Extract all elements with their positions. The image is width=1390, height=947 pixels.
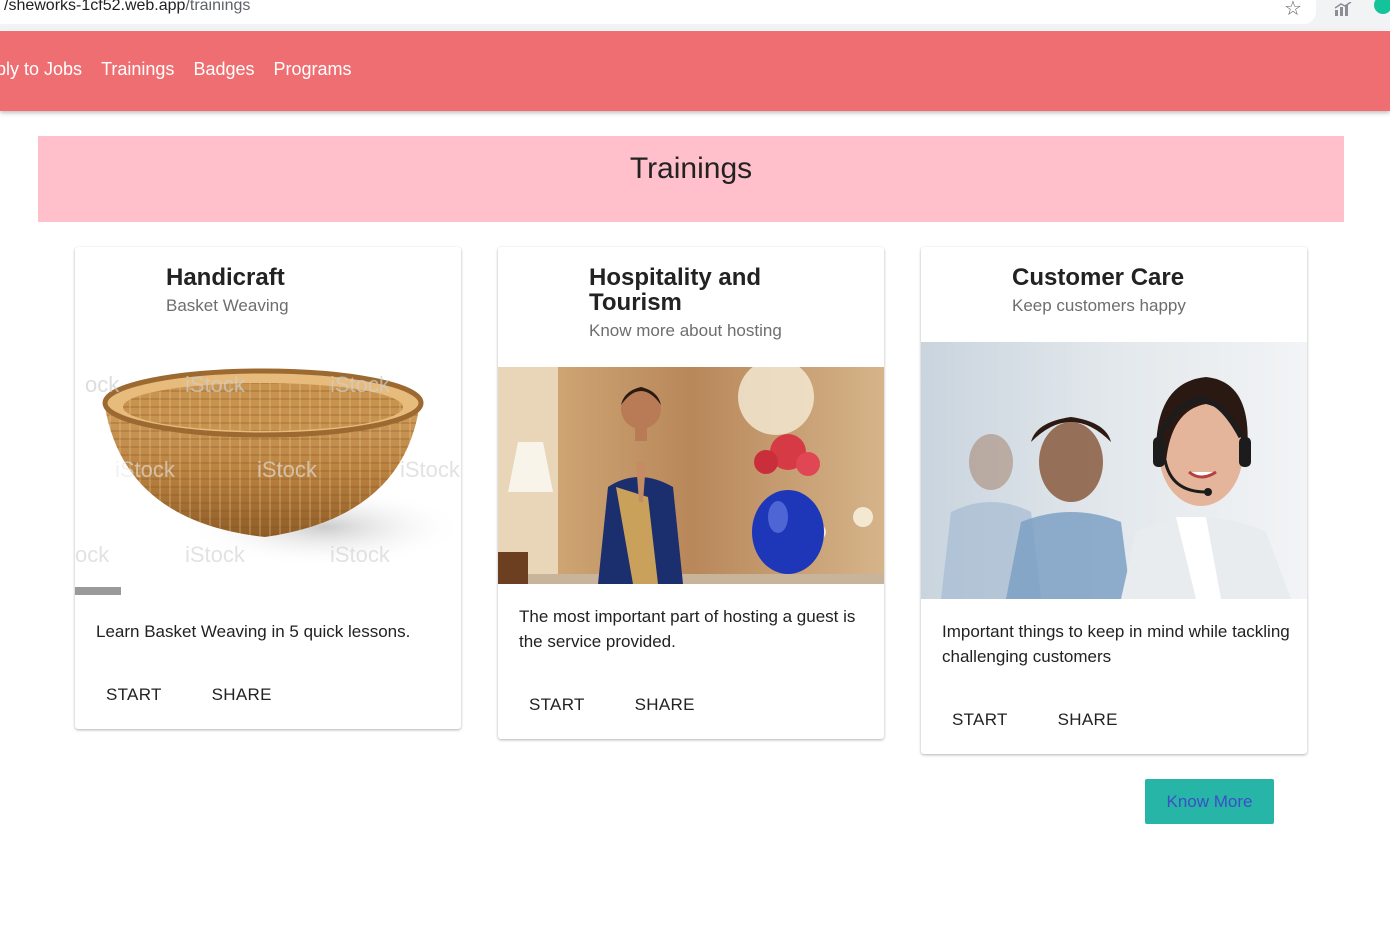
address-bar[interactable]: /sheworks-1cf52.web.app/trainings ☆ — [0, 0, 1316, 24]
nav-badges[interactable]: Badges — [193, 59, 254, 80]
share-button[interactable]: SHARE — [212, 685, 272, 705]
svg-text:iStock: iStock — [257, 457, 318, 482]
svg-text:iStock: iStock — [400, 457, 461, 482]
card-title: Handicraft — [166, 264, 285, 291]
start-button[interactable]: START — [529, 695, 585, 715]
card-subtitle: Know more about hosting — [589, 321, 782, 340]
svg-text:iStock: iStock — [185, 372, 246, 397]
card-description: Important things to keep in mind while t… — [942, 622, 1290, 666]
training-card-customer-care: Customer Care Keep customers happy Impor… — [921, 247, 1307, 754]
card-description: Learn Basket Weaving in 5 quick lessons. — [96, 622, 411, 641]
card-title: Hospitality and Tourism — [589, 264, 762, 316]
nav-programs[interactable]: Programs — [274, 59, 352, 80]
nav-apply-to-jobs[interactable]: pply to Jobs — [0, 59, 82, 80]
card-title: Customer Care — [1012, 264, 1185, 291]
svg-text:iStock: iStock — [115, 457, 176, 482]
training-card-hospitality: Hospitality and Tourism Know more about … — [498, 247, 884, 739]
star-icon[interactable]: ☆ — [1284, 0, 1302, 21]
call-center-agent-image — [921, 342, 1307, 599]
svg-text:ock: ock — [85, 372, 120, 397]
woven-basket-image: ock iStock iStock iStock iStock iStock o… — [75, 347, 461, 597]
card-subtitle: Keep customers happy — [1012, 296, 1186, 315]
know-more-button[interactable]: Know More — [1145, 779, 1274, 824]
analytics-extension-icon[interactable] — [1334, 2, 1352, 16]
top-navbar: pply to Jobs Trainings Badges Programs — [0, 31, 1390, 111]
page-title: Trainings — [629, 152, 753, 185]
svg-text:iStock: iStock — [185, 542, 246, 567]
page-title-banner: Trainings — [38, 136, 1344, 222]
browser-toolbar: /sheworks-1cf52.web.app/trainings ☆ — [0, 0, 1390, 30]
grammarly-extension-icon[interactable] — [1374, 0, 1390, 14]
start-button[interactable]: START — [952, 710, 1008, 730]
share-button[interactable]: SHARE — [635, 695, 695, 715]
hotel-host-greeting-image — [498, 367, 884, 584]
url-path: /trainings — [185, 0, 251, 14]
svg-text:iStock: iStock — [330, 372, 391, 397]
start-button[interactable]: START — [106, 685, 162, 705]
training-card-handicraft: Handicraft Basket Weaving ock iStock iSt… — [75, 247, 461, 729]
nav-trainings[interactable]: Trainings — [101, 59, 174, 80]
url-host: /sheworks-1cf52.web.app — [4, 0, 186, 14]
share-button[interactable]: SHARE — [1058, 710, 1118, 730]
card-subtitle: Basket Weaving — [166, 296, 289, 315]
svg-text:ock: ock — [75, 542, 110, 567]
url-text[interactable]: /sheworks-1cf52.web.app/trainings — [4, 0, 250, 15]
svg-text:iStock: iStock — [330, 542, 391, 567]
card-description: The most important part of hosting a gue… — [519, 607, 856, 651]
